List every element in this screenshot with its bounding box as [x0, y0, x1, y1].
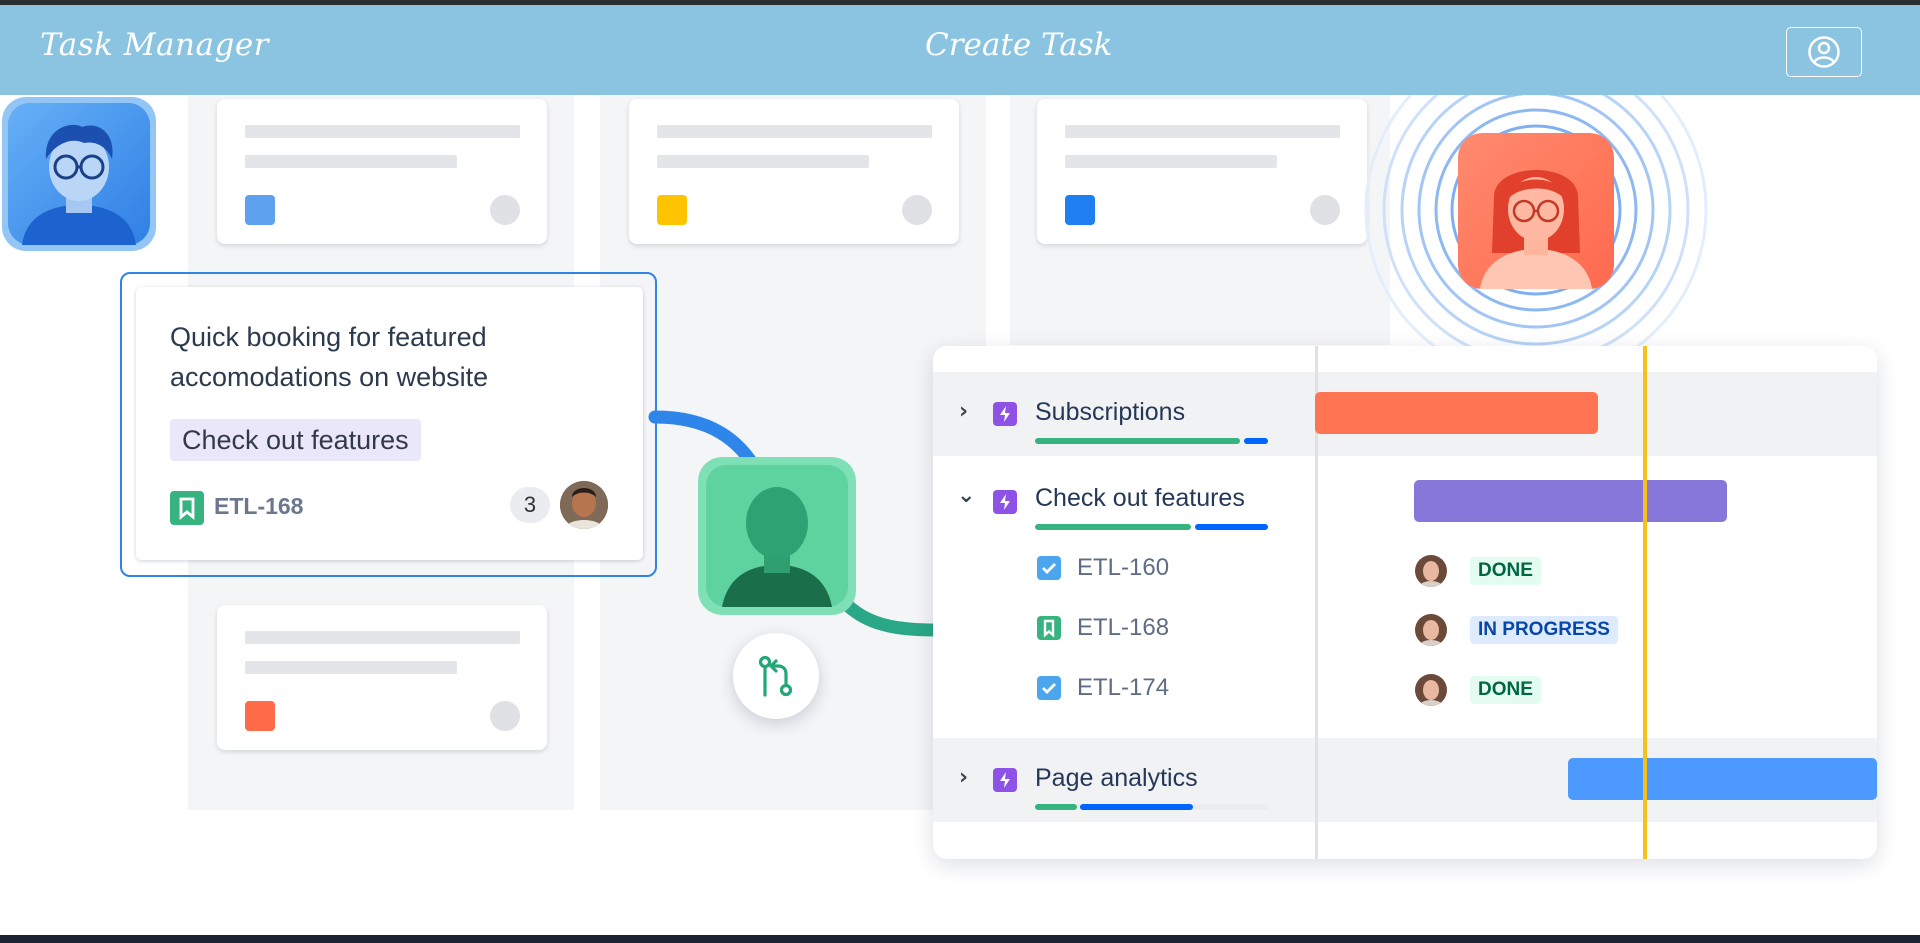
- merge-action-button[interactable]: [733, 633, 819, 719]
- status-lozenge[interactable]: DONE: [1470, 557, 1541, 585]
- timeline-bar-check-out-features[interactable]: [1414, 480, 1727, 522]
- progress-in-progress: [1195, 524, 1268, 530]
- app-title[interactable]: Task Manager: [40, 27, 269, 63]
- man-photo-icon: [560, 481, 608, 529]
- chevron-down-icon[interactable]: ⌄: [957, 483, 975, 508]
- card-title: Quick booking for featured accomodations…: [170, 322, 489, 392]
- app-header: Task Manager Create Task: [0, 5, 1920, 95]
- epic-label: Check out features: [1035, 484, 1245, 512]
- woman-photo-icon: [1415, 674, 1447, 706]
- progress-done: [1035, 438, 1240, 444]
- chevron-right-icon[interactable]: ›: [959, 399, 968, 424]
- epic-lightning-icon: [993, 490, 1017, 514]
- progress-done: [1035, 524, 1191, 530]
- issue-key[interactable]: ETL-168: [214, 493, 303, 520]
- lightning-icon: [1000, 772, 1010, 788]
- user-avatar-blue[interactable]: [2, 97, 156, 251]
- create-task-link[interactable]: Create Task: [925, 27, 1112, 63]
- epic-tag[interactable]: Check out features: [170, 419, 421, 461]
- epic-lightning-icon: [993, 768, 1017, 792]
- bottom-strip: [0, 935, 1920, 943]
- person-icon: [698, 457, 856, 615]
- timeline-panel: › Subscriptions ⌄ Check out features ETL…: [933, 346, 1877, 859]
- epic-row-subscriptions[interactable]: › Subscriptions: [933, 372, 1315, 456]
- checkbox-icon: [1037, 556, 1061, 580]
- checkbox-icon: [1037, 676, 1061, 700]
- progress-in-progress: [1080, 804, 1193, 810]
- status-lozenge[interactable]: DONE: [1470, 676, 1541, 704]
- epic-row-page-analytics[interactable]: › Page analytics: [933, 738, 1315, 822]
- bookmark-icon: [1037, 616, 1061, 640]
- woman-with-glasses-icon: [1458, 133, 1614, 289]
- timeline-bar-subscriptions[interactable]: [1315, 392, 1598, 434]
- progress-in-progress: [1244, 438, 1268, 444]
- assignee-avatar[interactable]: [1415, 674, 1447, 706]
- user-avatar-green[interactable]: [698, 457, 856, 615]
- user-avatar-red[interactable]: [1458, 133, 1614, 289]
- comment-count-badge: 3: [510, 487, 550, 523]
- progress-done: [1035, 804, 1077, 810]
- assignee-avatar[interactable]: [1415, 555, 1447, 587]
- today-marker: [1643, 346, 1647, 859]
- timeline-bar-page-analytics[interactable]: [1568, 758, 1877, 800]
- chevron-right-icon[interactable]: ›: [959, 765, 968, 790]
- assignee-avatar[interactable]: [560, 481, 608, 529]
- epic-lightning-icon: [993, 402, 1017, 426]
- board-illustration: Quick booking for featured accomodations…: [0, 95, 1920, 935]
- feature-card[interactable]: Quick booking for featured accomodations…: [136, 287, 643, 560]
- child-issue-key[interactable]: ETL-174: [1077, 674, 1169, 702]
- bookmark-icon: [170, 491, 204, 525]
- lightning-icon: [1000, 406, 1010, 422]
- git-pull-request-icon: [758, 655, 793, 697]
- epic-label: Page analytics: [1035, 764, 1198, 792]
- epic-label: Subscriptions: [1035, 398, 1186, 426]
- woman-photo-icon: [1415, 614, 1447, 646]
- user-circle-icon: [1808, 36, 1840, 68]
- assignee-avatar[interactable]: [1415, 614, 1447, 646]
- status-lozenge[interactable]: IN PROGRESS: [1470, 616, 1618, 644]
- child-issue-key[interactable]: ETL-160: [1077, 554, 1169, 582]
- man-with-glasses-icon: [8, 103, 150, 245]
- child-issue-key[interactable]: ETL-168: [1077, 614, 1169, 642]
- lightning-icon: [1000, 494, 1010, 510]
- profile-button[interactable]: [1786, 27, 1862, 77]
- woman-photo-icon: [1415, 555, 1447, 587]
- epic-row-check-out-features[interactable]: ⌄ Check out features ETL-160 ETL-168 ETL…: [933, 458, 1315, 718]
